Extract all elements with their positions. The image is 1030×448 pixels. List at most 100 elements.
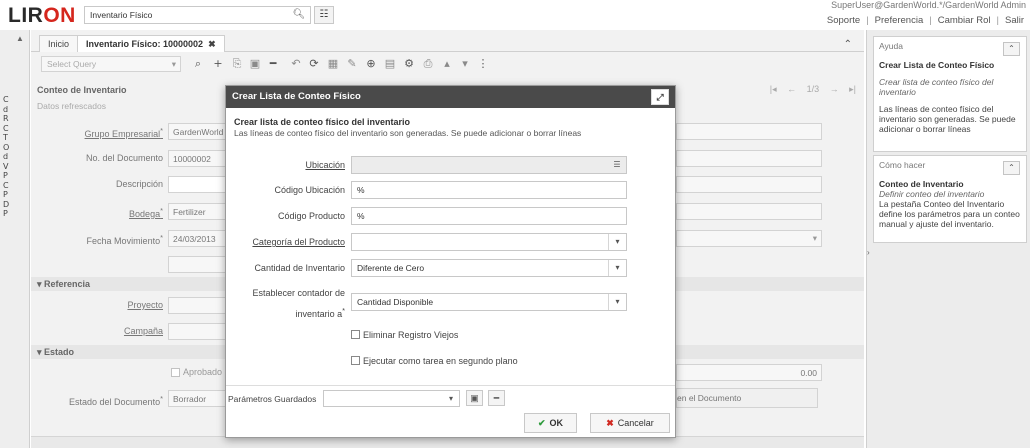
maximize-icon[interactable]: ⤢ [651,89,669,105]
chevron-down-icon[interactable]: ▾ [608,260,626,276]
window-toolbar: Select Query ▾ ⌕ + ⎘ ▣ ━ ↶ ⟳ ▦ ✎ ⊕ ▤ ⚙ ⎙ … [31,53,864,75]
link-cambiar-rol[interactable]: Cambiar Rol [938,15,991,26]
field-right-3[interactable] [676,176,822,193]
field-codigo-ubicacion[interactable]: % [351,181,627,199]
field-right-2[interactable] [676,150,822,167]
link-soporte[interactable]: Soporte [827,15,860,26]
check-icon: ✔ [537,418,546,428]
field-fecha-movimiento[interactable]: 24/03/2013 [168,230,228,247]
status-message: Datos refrescados [37,101,106,111]
menu-tree-icon[interactable]: ☷ [314,6,334,24]
label-categoria-producto[interactable]: Categoría del Producto [226,237,345,248]
field-ubicacion[interactable]: ☰ [351,156,627,174]
scroll-up-icon[interactable]: ▲ [16,34,24,43]
field-codigo-producto[interactable]: % [351,207,627,225]
more-options-icon[interactable]: ⋮ [475,56,491,72]
link-salir[interactable]: Salir [1005,15,1024,26]
attachment-icon[interactable]: ✎ [344,56,360,72]
copy-record-icon[interactable]: ⎘ [229,56,245,72]
left-menu-strip[interactable]: ▲ C d R C T O d V P C P D P [0,30,30,448]
chevron-down-icon[interactable]: ▾ [608,294,626,310]
field-contador-inventario[interactable]: Cantidad Disponible ▾ [351,293,627,311]
save-icon[interactable]: ▣ [247,56,263,72]
delete-icon[interactable]: ━ [265,56,281,72]
tab-inicio[interactable]: Inicio [39,35,79,52]
select-query-dropdown[interactable]: Select Query ▾ [41,56,181,72]
delete-params-icon[interactable]: ━ [488,390,505,406]
label-grupo-empresarial[interactable]: Grupo Empresarial* [33,126,163,139]
label-ubicacion[interactable]: Ubicación [226,160,345,171]
dialog-description: Las líneas de conteo físico del inventar… [234,128,582,138]
print-icon[interactable]: ⎙ [420,56,436,72]
field-campana[interactable] [168,323,228,340]
grid-toggle-icon[interactable]: ▦ [325,56,341,72]
field-right-1[interactable] [676,123,822,140]
checkbox-ejecutar-segundo-plano[interactable]: Ejecutar como tarea en segundo plano [351,356,518,366]
checkbox-box[interactable] [351,330,360,339]
field-cantidad-inventario[interactable]: Diferente de Cero ▾ [351,259,627,277]
help-ayuda-heading: Crear Lista de Conteo Físico [879,60,995,70]
list-icon[interactable]: ☰ [608,157,626,173]
collapsed-menu-items[interactable]: C d R C T O d V P C P D P [3,95,13,219]
app-logo[interactable]: LIRON [8,4,76,28]
help-como-toggle-icon[interactable]: ⌃ [1003,161,1020,175]
new-record-icon[interactable]: + [210,56,226,72]
zoom-icon[interactable]: ⊕ [363,56,379,72]
save-params-icon[interactable]: ▣ [466,390,483,406]
field-categoria-producto[interactable]: ▾ [351,233,627,251]
label-fecha-movimiento: Fecha Movimiento* [86,233,163,246]
process-gear-icon[interactable]: ⚙ [401,56,417,72]
help-como-box: Cómo hacer ⌃ Conteo de Inventario Defini… [873,155,1027,243]
chevron-down-icon[interactable]: ▾ [443,391,459,406]
chevron-down-icon[interactable]: ▾ [608,234,626,250]
label-estado-documento: Estado del Documento* [69,394,163,407]
close-tab-icon[interactable]: ✖ [208,39,216,49]
link-preferencia[interactable]: Preferencia [875,15,924,26]
help-collapse-icon[interactable]: › [867,248,870,257]
field-descripcion[interactable] [168,176,228,193]
help-panel: › Ayuda ⌃ Crear Lista de Conteo Físico C… [866,30,1030,448]
help-como-body: La pestaña Conteo del Inventario define … [879,199,1020,229]
label-contador-line2: inventario a* [295,306,345,319]
help-ayuda-toggle-icon[interactable]: ⌃ [1003,42,1020,56]
checkbox-eliminar-registros[interactable]: Eliminar Registro Viejos [351,330,458,340]
label-proyecto[interactable]: Proyecto [33,300,163,310]
cancel-button[interactable]: ✖ Cancelar [590,413,670,433]
field-grupo-empresarial[interactable]: GardenWorld [168,123,228,140]
report-icon[interactable]: ▤ [382,56,398,72]
label-codigo-producto: Código Producto [277,211,345,221]
search-icon[interactable]: 🔍︎ [290,7,308,23]
checkbox-aprobado[interactable] [171,368,180,377]
field-no-documento[interactable]: 10000002 [168,150,228,167]
help-como-italic: Definir conteo del inventario [879,189,985,199]
field-proyecto[interactable] [168,297,228,314]
field-bodega[interactable]: Fertilizer [168,203,228,220]
ok-button[interactable]: ✔ OK [524,413,577,433]
collapse-icon[interactable]: ⌃ [844,39,852,50]
arrow-up-icon[interactable]: ▴ [439,56,455,72]
label-descripcion: Descripción [115,179,163,189]
label-campana[interactable]: Campaña [33,326,163,336]
saved-params-select[interactable]: ▾ [323,390,460,407]
label-contador-line1: Establecer contador de [252,288,345,298]
search-record-icon[interactable]: ⌕ [190,56,206,72]
dialog-heading: Crear lista de conteo físico del inventa… [234,117,411,127]
global-search-input[interactable]: Inventario Físico [84,6,311,24]
field-right-5[interactable]: ▾ [676,230,822,247]
field-button-stub[interactable] [168,256,228,273]
checkbox-box[interactable] [351,356,360,365]
refresh-icon[interactable]: ⟳ [306,56,322,72]
field-estado-documento[interactable]: Borrador [168,390,228,407]
field-right-4[interactable] [676,203,822,220]
tab-inventario-fisico[interactable]: Inventario Físico: 10000002 ✖ [77,35,225,52]
record-navigation[interactable]: |◂ ← 1/3 → ▸| [770,84,856,95]
chevron-down-icon: ▾ [812,233,817,243]
label-bodega[interactable]: Bodega* [33,206,163,219]
window-tabs: Inicio Inventario Físico: 10000002 ✖ ⌃ [31,34,864,52]
document-action-button[interactable]: en el Documento [676,388,818,408]
help-ayuda-italic: Crear lista de conteo físico del inventa… [879,77,994,97]
section-title: Conteo de Inventario [37,85,127,95]
dialog-title: Crear Lista de Conteo Físico [232,91,361,102]
undo-icon[interactable]: ↶ [288,56,304,72]
arrow-down-icon[interactable]: ▾ [457,56,473,72]
